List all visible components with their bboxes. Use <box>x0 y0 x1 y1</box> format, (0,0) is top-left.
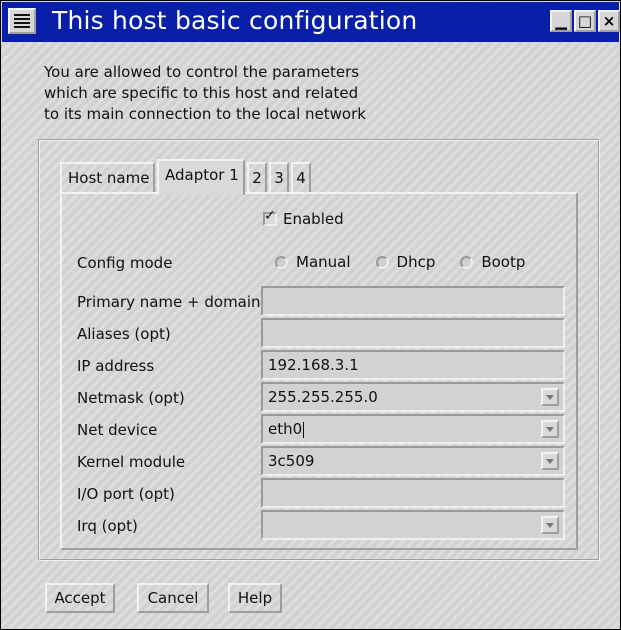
radio-dhcp[interactable]: Dhcp <box>375 253 436 271</box>
window-title: This host basic configuration <box>52 6 418 35</box>
checkbox-check-icon[interactable] <box>263 208 277 226</box>
io-port-label: I/O port (opt) <box>77 485 175 503</box>
tab-host-name[interactable]: Host name <box>60 162 155 192</box>
radio-icon[interactable] <box>460 255 474 269</box>
radio-label: Dhcp <box>396 253 436 271</box>
kernel-module-combo[interactable]: 3c509 <box>261 446 565 476</box>
intro-text: You are allowed to control the parameter… <box>44 62 366 125</box>
intro-line: which are specific to this host and rela… <box>44 84 359 102</box>
help-button[interactable]: Help <box>228 583 282 613</box>
netmask-combo[interactable]: 255.255.255.0 <box>261 382 565 412</box>
net-device-value: eth0 <box>268 420 303 438</box>
tab-adaptor-1[interactable]: Adaptor 1 <box>157 159 245 195</box>
intro-line: You are allowed to control the parameter… <box>44 63 360 81</box>
tab-2[interactable]: 2 <box>247 162 267 192</box>
kernel-module-label: Kernel module <box>77 453 186 471</box>
config-mode-label: Config mode <box>77 254 173 272</box>
radio-label: Manual <box>296 253 351 271</box>
primary-name-input[interactable] <box>261 286 565 316</box>
text-cursor <box>303 421 305 438</box>
io-port-input[interactable] <box>261 478 565 508</box>
radio-icon[interactable] <box>375 255 389 269</box>
radio-icon[interactable] <box>275 255 288 269</box>
intro-line: to its main connection to the local netw… <box>44 105 366 123</box>
ip-address-input[interactable]: 192.168.3.1 <box>261 350 565 380</box>
accept-button[interactable]: Accept <box>45 583 115 613</box>
radio-bootp[interactable]: Bootp <box>460 253 525 271</box>
radio-label: Bootp <box>481 253 526 271</box>
chevron-down-icon[interactable] <box>541 516 559 534</box>
irq-label: Irq (opt) <box>77 517 138 535</box>
enabled-checkbox[interactable]: Enabled <box>263 208 344 228</box>
enabled-label: Enabled <box>283 210 344 228</box>
cancel-button[interactable]: Cancel <box>137 583 209 613</box>
net-device-label: Net device <box>77 421 158 439</box>
chevron-down-icon[interactable] <box>541 420 559 438</box>
chevron-down-icon[interactable] <box>541 452 559 470</box>
maximize-icon[interactable]: □ <box>574 10 596 32</box>
primary-name-label: Primary name + domain <box>77 293 261 311</box>
aliases-input[interactable] <box>261 318 565 348</box>
net-device-combo[interactable]: eth0 <box>261 414 565 444</box>
close-icon[interactable]: × <box>598 10 620 32</box>
aliases-label: Aliases (opt) <box>77 325 171 343</box>
tab-4[interactable]: 4 <box>291 162 311 192</box>
tab-3[interactable]: 3 <box>269 162 289 192</box>
radio-manual[interactable]: Manual <box>275 253 351 271</box>
kernel-module-value: 3c509 <box>268 452 315 470</box>
netmask-label: Netmask (opt) <box>77 389 185 407</box>
title-bar[interactable]: This host basic configuration ▁ □ × <box>2 2 620 42</box>
ip-address-label: IP address <box>77 357 155 375</box>
chevron-down-icon[interactable] <box>541 388 559 406</box>
config-mode-radio-group: Manual Dhcp Bootp <box>275 253 525 271</box>
irq-combo[interactable] <box>261 510 565 540</box>
netmask-value: 255.255.255.0 <box>268 388 378 406</box>
window-menu-icon[interactable] <box>8 8 36 34</box>
minimize-icon[interactable]: ▁ <box>550 10 572 32</box>
